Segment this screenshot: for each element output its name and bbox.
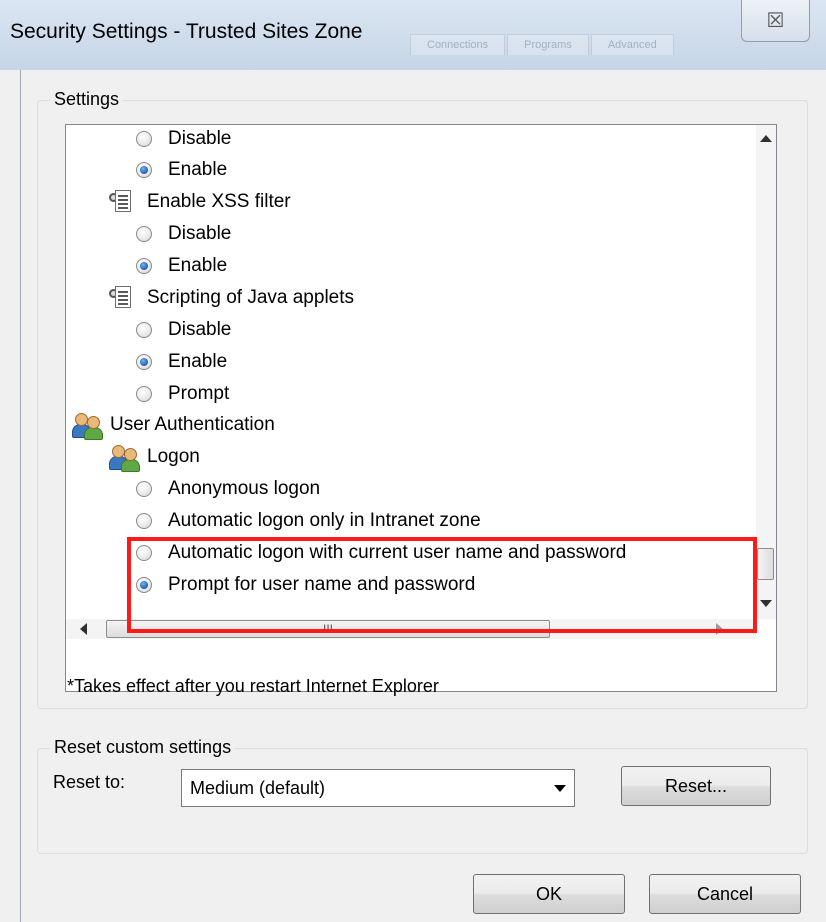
users-icon (109, 443, 140, 472)
radio-button-checked[interactable] (136, 577, 152, 593)
reset-to-label: Reset to: (53, 772, 126, 792)
category-scripting-of-java-applets: Scripting of Java applets (109, 284, 354, 312)
restart-footnote: *Takes effect after you restart Internet… (67, 676, 439, 696)
option-label: Prompt (168, 383, 230, 404)
close-button[interactable]: ☒ (741, 0, 810, 42)
radio-button[interactable] (136, 226, 152, 242)
title-bar: Connections Programs Advanced Security S… (0, 0, 826, 70)
radio-button[interactable] (136, 131, 152, 147)
category-enable-xss-filter: Enable XSS filter (109, 188, 291, 216)
horizontal-scrollbar[interactable]: III (66, 619, 756, 639)
dialog-body: Settings Disable Enable Enable XSS filte… (20, 70, 826, 922)
settings-document-icon (109, 284, 137, 312)
category-label: Logon (147, 446, 200, 467)
radio-option-enable[interactable]: Enable (136, 252, 227, 280)
users-icon (72, 411, 103, 440)
radio-option-automatic-logon-intranet[interactable]: Automatic logon only in Intranet zone (136, 507, 481, 535)
option-label: Anonymous logon (168, 478, 321, 499)
cancel-button[interactable]: Cancel (649, 874, 801, 914)
settings-document-icon (109, 188, 137, 216)
option-label: Automatic logon only in Intranet zone (168, 510, 481, 531)
scroll-down-arrow-icon[interactable] (760, 600, 772, 607)
radio-button[interactable] (136, 545, 152, 561)
window-title: Security Settings - Trusted Sites Zone (10, 20, 363, 43)
category-label: Enable XSS filter (147, 191, 291, 212)
radio-option-anonymous-logon[interactable]: Anonymous logon (136, 475, 320, 503)
settings-group-label: Settings (50, 89, 124, 110)
category-label: User Authentication (110, 414, 275, 435)
radio-option-automatic-logon-current-user[interactable]: Automatic logon with current user name a… (136, 539, 626, 567)
vertical-scroll-thumb[interactable] (757, 548, 774, 580)
reset-level-value: Medium (default) (190, 777, 326, 798)
reset-group-label: Reset custom settings (50, 737, 236, 758)
reset-level-select[interactable]: Medium (default) (181, 769, 575, 807)
reset-button[interactable]: Reset... (621, 766, 771, 806)
radio-button-checked[interactable] (136, 162, 152, 178)
option-label: Disable (168, 319, 232, 340)
settings-list[interactable]: Disable Enable Enable XSS filter Disable… (65, 124, 777, 692)
category-logon: Logon (109, 443, 200, 472)
radio-option-disable[interactable]: Disable (136, 316, 231, 344)
option-label: Enable (168, 159, 228, 180)
radio-button[interactable] (136, 386, 152, 402)
radio-option-enable[interactable]: Enable (136, 348, 227, 376)
option-label: Enable (168, 255, 228, 276)
ok-button[interactable]: OK (473, 874, 625, 914)
category-label: Scripting of Java applets (147, 287, 355, 308)
close-icon: ☒ (766, 10, 785, 32)
horizontal-scroll-thumb[interactable]: III (106, 620, 550, 638)
radio-button[interactable] (136, 481, 152, 497)
radio-option-disable[interactable]: Disable (136, 125, 231, 153)
background-tab-advanced: Advanced (590, 34, 674, 55)
background-tab-connections: Connections (410, 34, 506, 55)
option-label: Disable (168, 128, 232, 149)
radio-button[interactable] (136, 322, 152, 338)
background-tab-programs: Programs (507, 34, 589, 55)
option-label: Disable (168, 223, 232, 244)
radio-button-checked[interactable] (136, 354, 152, 370)
scroll-left-arrow-icon[interactable] (80, 623, 87, 635)
vertical-scrollbar[interactable] (756, 125, 776, 619)
category-user-authentication: User Authentication (72, 411, 275, 440)
radio-option-disable[interactable]: Disable (136, 220, 231, 248)
radio-option-prompt-for-credentials[interactable]: Prompt for user name and password (136, 571, 475, 599)
scroll-up-arrow-icon[interactable] (760, 135, 772, 142)
radio-option-prompt[interactable]: Prompt (136, 380, 229, 408)
option-label: Enable (168, 351, 228, 372)
scroll-right-arrow-icon[interactable] (716, 623, 723, 635)
radio-button-checked[interactable] (136, 258, 152, 274)
radio-option-enable[interactable]: Enable (136, 156, 227, 184)
chevron-down-icon[interactable] (554, 785, 566, 792)
option-label: Prompt for user name and password (168, 574, 476, 595)
radio-button[interactable] (136, 513, 152, 529)
option-label: Automatic logon with current user name a… (168, 542, 627, 563)
